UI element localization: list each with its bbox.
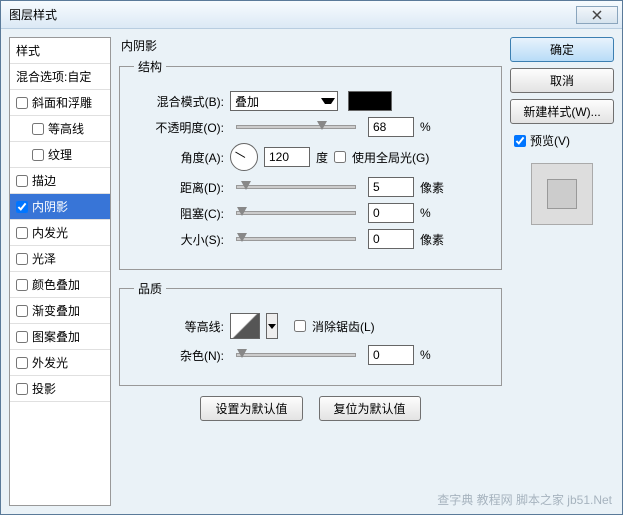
- ok-button[interactable]: 确定: [510, 37, 614, 62]
- sidebar-item-0[interactable]: 斜面和浮雕: [10, 90, 110, 116]
- chevron-down-icon: [268, 324, 276, 329]
- sidebar-item-label: 纹理: [48, 146, 72, 163]
- contour-label: 等高线:: [134, 318, 224, 335]
- sidebar-checkbox-6[interactable]: [16, 253, 28, 265]
- layer-style-dialog: 图层样式 样式 混合选项:自定 斜面和浮雕等高线纹理描边内阴影内发光光泽颜色叠加…: [0, 0, 623, 515]
- choke-slider[interactable]: [236, 211, 356, 215]
- new-style-button[interactable]: 新建样式(W)...: [510, 99, 614, 124]
- sidebar-item-7[interactable]: 颜色叠加: [10, 272, 110, 298]
- sidebar-item-6[interactable]: 光泽: [10, 246, 110, 272]
- opacity-slider[interactable]: [236, 125, 356, 129]
- close-button[interactable]: [576, 6, 618, 24]
- shadow-color-swatch[interactable]: [348, 91, 392, 111]
- sidebar-item-label: 光泽: [32, 250, 56, 267]
- quality-group: 品质 等高线: 消除锯齿(L) 杂色(N): %: [119, 280, 502, 386]
- sidebar-checkbox-0[interactable]: [16, 97, 28, 109]
- size-input[interactable]: [368, 229, 414, 249]
- sidebar-item-label: 斜面和浮雕: [32, 94, 92, 111]
- opacity-input[interactable]: [368, 117, 414, 137]
- quality-legend: 品质: [134, 280, 166, 297]
- antialias-checkbox[interactable]: [294, 320, 306, 332]
- sidebar-item-9[interactable]: 图案叠加: [10, 324, 110, 350]
- sidebar-item-label: 等高线: [48, 120, 84, 137]
- preview-thumbnail: [531, 163, 593, 225]
- sidebar-item-11[interactable]: 投影: [10, 376, 110, 402]
- preview-label: 预览(V): [530, 132, 570, 149]
- reset-default-button[interactable]: 复位为默认值: [319, 396, 421, 421]
- sidebar-checkbox-11[interactable]: [16, 383, 28, 395]
- antialias-label: 消除锯齿(L): [312, 318, 375, 335]
- angle-label: 角度(A):: [134, 149, 224, 166]
- preview-inner: [547, 179, 577, 209]
- sidebar-checkbox-9[interactable]: [16, 331, 28, 343]
- sidebar-item-4[interactable]: 内阴影: [10, 194, 110, 220]
- size-label: 大小(S):: [134, 231, 224, 248]
- angle-input[interactable]: [264, 147, 310, 167]
- sidebar-checkbox-3[interactable]: [16, 175, 28, 187]
- sidebar-item-10[interactable]: 外发光: [10, 350, 110, 376]
- noise-unit: %: [420, 348, 450, 362]
- sidebar-header-styles[interactable]: 样式: [10, 38, 110, 64]
- sidebar-blend-options[interactable]: 混合选项:自定: [10, 64, 110, 90]
- opacity-label: 不透明度(O):: [134, 119, 224, 136]
- sidebar-item-label: 图案叠加: [32, 328, 80, 345]
- panel-title: 内阴影: [121, 37, 502, 54]
- sidebar-item-label: 外发光: [32, 354, 68, 371]
- titlebar: 图层样式: [1, 1, 622, 29]
- sidebar-checkbox-10[interactable]: [16, 357, 28, 369]
- angle-unit: 度: [316, 149, 328, 166]
- blend-mode-value: 叠加: [235, 93, 259, 110]
- sidebar-item-1[interactable]: 等高线: [10, 116, 110, 142]
- noise-input[interactable]: [368, 345, 414, 365]
- angle-dial[interactable]: [230, 143, 258, 171]
- sidebar-item-8[interactable]: 渐变叠加: [10, 298, 110, 324]
- close-icon: [592, 10, 602, 20]
- cancel-button[interactable]: 取消: [510, 68, 614, 93]
- sidebar-item-label: 投影: [32, 380, 56, 397]
- dialog-title: 图层样式: [5, 6, 576, 23]
- sidebar-item-5[interactable]: 内发光: [10, 220, 110, 246]
- blend-mode-select[interactable]: 叠加: [230, 91, 338, 111]
- preview-checkbox[interactable]: [514, 135, 526, 147]
- choke-unit: %: [420, 206, 450, 220]
- size-slider[interactable]: [236, 237, 356, 241]
- distance-slider[interactable]: [236, 185, 356, 189]
- global-light-checkbox[interactable]: [334, 151, 346, 163]
- opacity-unit: %: [420, 120, 450, 134]
- structure-group: 结构 混合模式(B): 叠加 不透明度(O): %: [119, 58, 502, 270]
- sidebar-checkbox-7[interactable]: [16, 279, 28, 291]
- set-default-button[interactable]: 设置为默认值: [200, 396, 302, 421]
- global-light-label: 使用全局光(G): [352, 149, 429, 166]
- choke-input[interactable]: [368, 203, 414, 223]
- chevron-down-icon: [321, 98, 335, 112]
- sidebar-item-3[interactable]: 描边: [10, 168, 110, 194]
- sidebar-checkbox-8[interactable]: [16, 305, 28, 317]
- noise-label: 杂色(N):: [134, 347, 224, 364]
- sidebar-item-label: 描边: [32, 172, 56, 189]
- sidebar-item-label: 渐变叠加: [32, 302, 80, 319]
- sidebar-item-label: 颜色叠加: [32, 276, 80, 293]
- distance-label: 距离(D):: [134, 179, 224, 196]
- contour-dropdown[interactable]: [266, 313, 278, 339]
- sidebar-item-label: 内发光: [32, 224, 68, 241]
- sidebar-item-label: 内阴影: [32, 198, 68, 215]
- sidebar-checkbox-4[interactable]: [16, 201, 28, 213]
- size-unit: 像素: [420, 231, 450, 248]
- structure-legend: 结构: [134, 58, 166, 75]
- right-panel: 确定 取消 新建样式(W)... 预览(V): [510, 37, 614, 506]
- styles-sidebar: 样式 混合选项:自定 斜面和浮雕等高线纹理描边内阴影内发光光泽颜色叠加渐变叠加图…: [9, 37, 111, 506]
- sidebar-checkbox-5[interactable]: [16, 227, 28, 239]
- choke-label: 阻塞(C):: [134, 205, 224, 222]
- sidebar-item-2[interactable]: 纹理: [10, 142, 110, 168]
- blend-mode-label: 混合模式(B):: [134, 93, 224, 110]
- sidebar-checkbox-2[interactable]: [32, 149, 44, 161]
- distance-unit: 像素: [420, 179, 450, 196]
- contour-picker[interactable]: [230, 313, 260, 339]
- noise-slider[interactable]: [236, 353, 356, 357]
- distance-input[interactable]: [368, 177, 414, 197]
- effect-panels: 内阴影 结构 混合模式(B): 叠加 不透明度(O):: [119, 37, 502, 506]
- sidebar-checkbox-1[interactable]: [32, 123, 44, 135]
